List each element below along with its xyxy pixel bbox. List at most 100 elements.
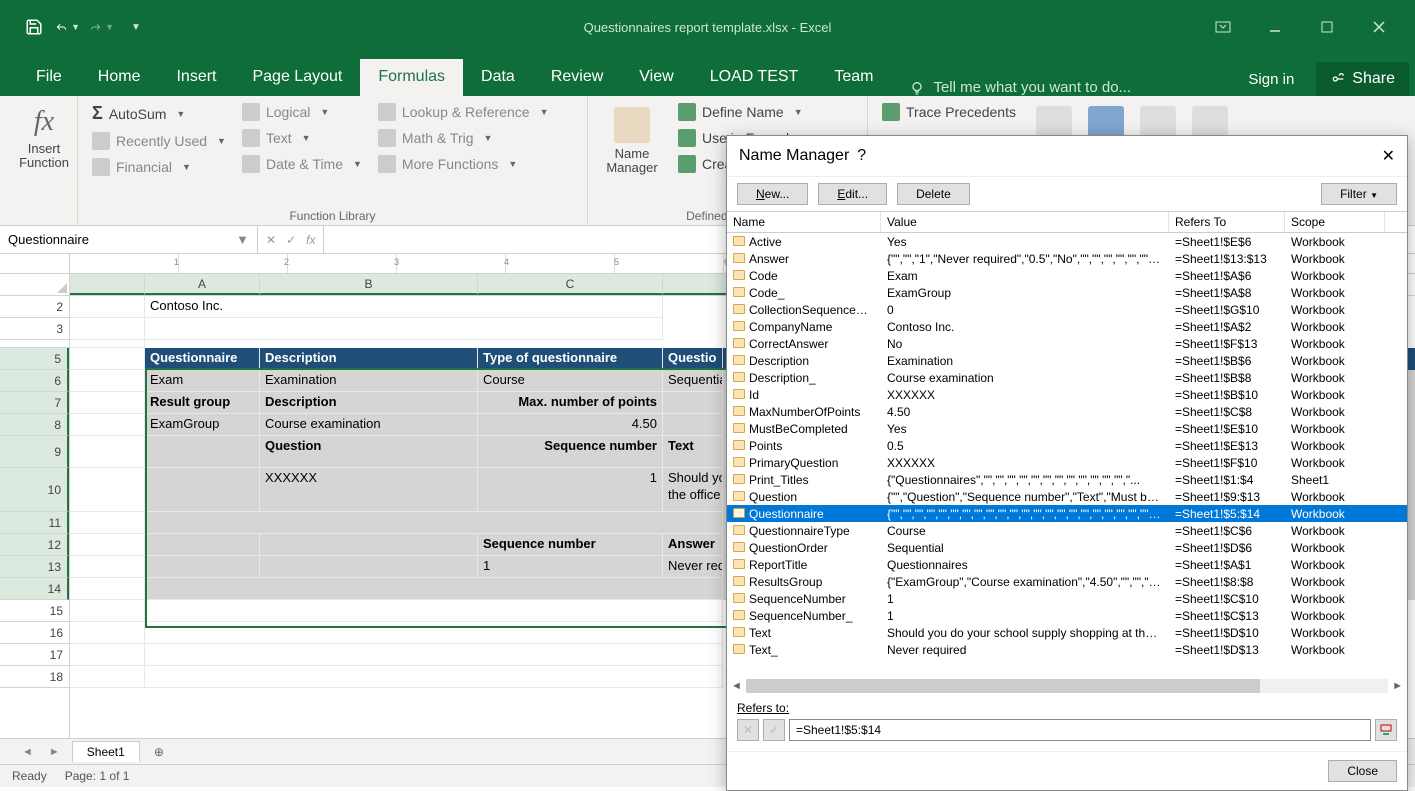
nm-row[interactable]: MaxNumberOfPoints4.50=Sheet1!$C$8Workboo…	[727, 403, 1407, 420]
cell[interactable]: Max. number of points	[478, 392, 663, 414]
redo-icon[interactable]: ▼	[90, 15, 114, 39]
lookup-button[interactable]: Lookup & Reference▼	[372, 100, 555, 124]
nm-row[interactable]: SequenceNumber1=Sheet1!$C$10Workbook	[727, 590, 1407, 607]
ribbon-options-icon[interactable]	[1201, 13, 1245, 41]
row-header[interactable]: 16	[0, 622, 69, 644]
cell[interactable]: 1	[478, 468, 663, 512]
define-name-button[interactable]: Define Name▼	[672, 100, 843, 124]
cell[interactable]: Type of questionnaire	[478, 348, 663, 370]
nm-row[interactable]: Questionnaire{"","","","","","","","",""…	[727, 505, 1407, 522]
tab-pagelayout[interactable]: Page Layout	[234, 59, 360, 96]
nm-row[interactable]: ResultsGroup{"ExamGroup","Course examina…	[727, 573, 1407, 590]
row-header[interactable]: 2	[0, 296, 69, 318]
nm-row[interactable]: SequenceNumber_1=Sheet1!$C$13Workbook	[727, 607, 1407, 624]
tab-loadtest[interactable]: LOAD TEST	[692, 59, 817, 96]
scroll-thumb[interactable]	[746, 679, 1260, 693]
row-header[interactable]: 17	[0, 644, 69, 666]
col-header[interactable]: C	[478, 274, 663, 295]
scroll-right-icon[interactable]: ►	[1392, 680, 1403, 692]
nm-row[interactable]: CorrectAnswerNo=Sheet1!$F$13Workbook	[727, 335, 1407, 352]
cell[interactable]: Should yothe office	[663, 468, 723, 512]
tab-team[interactable]: Team	[816, 59, 891, 96]
nm-col-value[interactable]: Value	[881, 212, 1169, 232]
row-header[interactable]: 5	[0, 348, 69, 370]
nm-row[interactable]: CollectionSequenceNu...0=Sheet1!$G$10Wor…	[727, 301, 1407, 318]
select-all-corner[interactable]	[0, 274, 69, 296]
logical-button[interactable]: Logical▼	[236, 100, 368, 124]
qat-customize-icon[interactable]: ▼	[124, 15, 148, 39]
nm-delete-button[interactable]: Delete	[897, 183, 970, 205]
row-header[interactable]: 18	[0, 666, 69, 688]
row-header[interactable]: 11	[0, 512, 69, 534]
nm-row[interactable]: Answer{"","","1","Never required","0.5",…	[727, 250, 1407, 267]
nm-filter-button[interactable]: Filter ▼	[1321, 183, 1397, 205]
close-icon[interactable]	[1357, 13, 1401, 41]
cell[interactable]: Sequence number	[478, 534, 663, 556]
nm-col-refers[interactable]: Refers To	[1169, 212, 1285, 232]
financial-button[interactable]: Financial▼	[86, 155, 232, 179]
row-header[interactable]: 12	[0, 534, 69, 556]
sheet-nav-next-icon[interactable]: ►	[45, 746, 64, 758]
cell[interactable]: 1	[478, 556, 663, 578]
nm-row[interactable]: Text_Never required=Sheet1!$D$13Workbook	[727, 641, 1407, 658]
cell[interactable]: Sequence number	[478, 436, 663, 468]
tell-me-search[interactable]: Tell me what you want to do...	[909, 79, 1238, 96]
row-header[interactable]: 3	[0, 318, 69, 340]
nm-row[interactable]: TextShould you do your school supply sho…	[727, 624, 1407, 641]
sheet-tab[interactable]: Sheet1	[72, 741, 140, 762]
col-header[interactable]: B	[260, 274, 478, 295]
nm-row[interactable]: Points0.5=Sheet1!$E$13Workbook	[727, 437, 1407, 454]
nm-new-button[interactable]: New...	[737, 183, 808, 205]
cell[interactable]: Questio	[663, 348, 723, 370]
cell[interactable]: Questionnaire	[145, 348, 260, 370]
row-header[interactable]: 7	[0, 392, 69, 414]
cell[interactable]: 4.50	[478, 414, 663, 436]
nm-hscroll[interactable]: ◄ ►	[727, 677, 1407, 695]
nm-col-scope[interactable]: Scope	[1285, 212, 1385, 232]
more-fn-button[interactable]: More Functions▼	[372, 152, 555, 176]
nm-row[interactable]: Print_Titles{"Questionnaires","","","","…	[727, 471, 1407, 488]
row-header[interactable]: 8	[0, 414, 69, 436]
nm-row[interactable]: IdXXXXXX=Sheet1!$B$10Workbook	[727, 386, 1407, 403]
nm-row[interactable]: Code_ExamGroup=Sheet1!$A$8Workbook	[727, 284, 1407, 301]
nm-help-icon[interactable]: ?	[857, 147, 866, 165]
nm-list[interactable]: ActiveYes=Sheet1!$E$6WorkbookAnswer{"","…	[727, 233, 1407, 677]
cell[interactable]: Sequentia	[663, 370, 723, 392]
math-button[interactable]: Math & Trig▼	[372, 126, 555, 150]
signin-link[interactable]: Sign in	[1238, 71, 1304, 88]
row-header[interactable]: 14	[0, 578, 69, 600]
nm-close-icon[interactable]: ✕	[1382, 146, 1395, 166]
col-header[interactable]: A	[145, 274, 260, 295]
name-box[interactable]: Questionnaire ▼	[0, 226, 258, 253]
margin-col[interactable]	[70, 274, 145, 295]
undo-icon[interactable]: ▼	[56, 15, 80, 39]
row-header[interactable]: 9	[0, 436, 69, 468]
cell[interactable]: Description	[260, 392, 478, 414]
nm-row[interactable]: PrimaryQuestionXXXXXX=Sheet1!$F$10Workbo…	[727, 454, 1407, 471]
tab-data[interactable]: Data	[463, 59, 533, 96]
tab-review[interactable]: Review	[533, 59, 621, 96]
cell[interactable]: Exam	[145, 370, 260, 392]
nm-row[interactable]: ActiveYes=Sheet1!$E$6Workbook	[727, 233, 1407, 250]
datetime-button[interactable]: Date & Time▼	[236, 152, 368, 176]
recently-used-button[interactable]: Recently Used▼	[86, 129, 232, 153]
cell[interactable]: Answer	[663, 534, 723, 556]
tab-formulas[interactable]: Formulas	[360, 59, 463, 96]
nm-row[interactable]: QuestionnaireTypeCourse=Sheet1!$C$6Workb…	[727, 522, 1407, 539]
trace-precedents-button[interactable]: Trace Precedents	[876, 100, 1022, 124]
tab-home[interactable]: Home	[80, 59, 159, 96]
scroll-left-icon[interactable]: ◄	[731, 680, 742, 692]
name-box-dropdown-icon[interactable]: ▼	[236, 232, 249, 247]
nm-row[interactable]: MustBeCompletedYes=Sheet1!$E$10Workbook	[727, 420, 1407, 437]
row-header[interactable]	[0, 340, 69, 348]
cell[interactable]: Description	[260, 348, 478, 370]
save-icon[interactable]	[22, 15, 46, 39]
cell[interactable]: Question	[260, 436, 478, 468]
tab-view[interactable]: View	[621, 59, 691, 96]
fx-icon[interactable]: fx	[306, 233, 315, 247]
cell[interactable]: Text	[663, 436, 723, 468]
name-manager-button[interactable]: Name Manager	[596, 100, 668, 176]
nm-row[interactable]: Question{"","Question","Sequence number"…	[727, 488, 1407, 505]
cell[interactable]: Course examination	[260, 414, 478, 436]
nm-row[interactable]: CodeExam=Sheet1!$A$6Workbook	[727, 267, 1407, 284]
